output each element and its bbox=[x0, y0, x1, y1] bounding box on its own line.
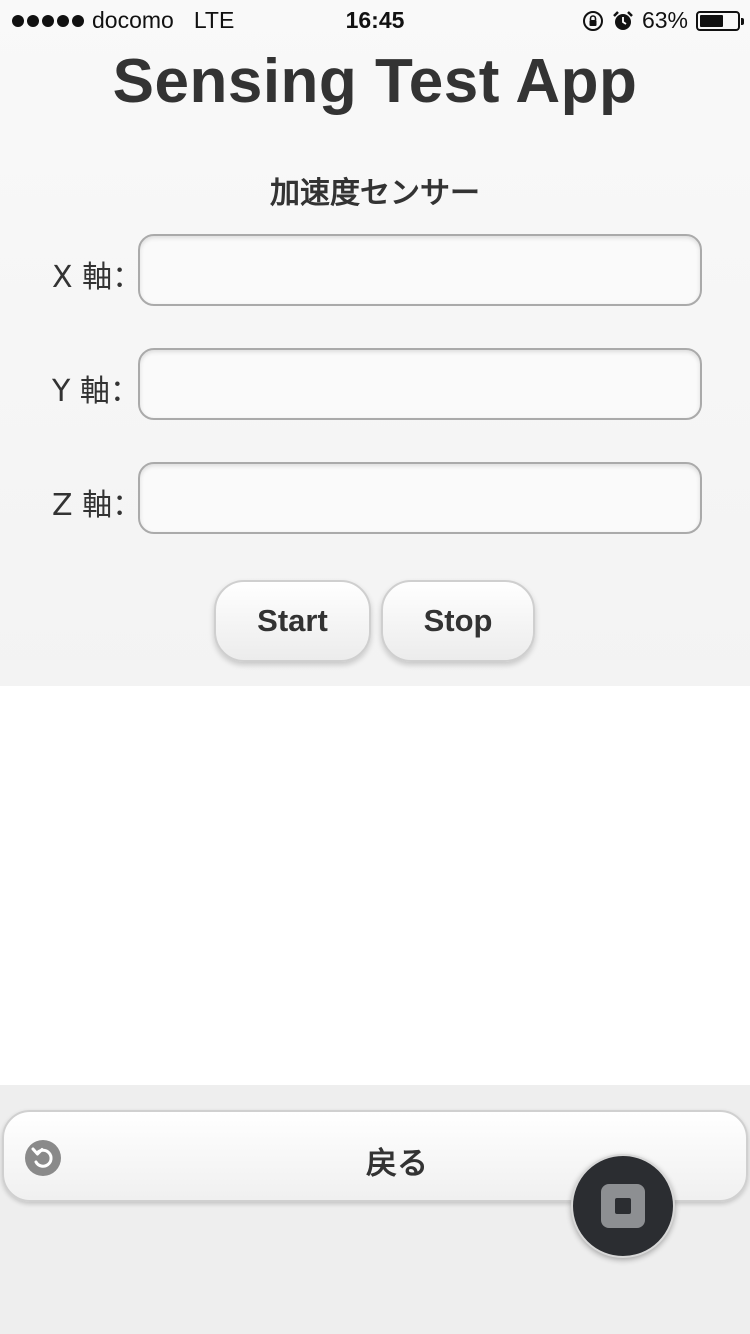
battery-percentage: 63% bbox=[641, 7, 688, 33]
stop-button[interactable]: Stop bbox=[381, 580, 535, 662]
battery-fill bbox=[700, 14, 723, 27]
x-axis-field[interactable] bbox=[138, 234, 702, 306]
rotation-lock-icon bbox=[582, 10, 604, 32]
stop-square-icon bbox=[601, 1184, 645, 1228]
floating-stop-button[interactable] bbox=[571, 1154, 675, 1258]
page-title: Sensing Test App bbox=[112, 47, 638, 116]
z-axis-row: Z 軸： bbox=[0, 462, 750, 534]
y-axis-row: Y 軸： bbox=[0, 348, 750, 420]
battery-icon bbox=[696, 10, 744, 31]
y-axis-label: Y 軸： bbox=[52, 374, 140, 409]
x-axis-label: X 軸： bbox=[52, 260, 143, 295]
z-axis-field[interactable] bbox=[138, 462, 702, 534]
status-bar: docomo LTE 16:45 63% bbox=[0, 0, 750, 40]
y-axis-field[interactable] bbox=[138, 348, 702, 420]
start-button[interactable]: Start bbox=[214, 580, 371, 662]
section-title: 加速度センサー bbox=[270, 176, 480, 211]
x-axis-row: X 軸： bbox=[0, 234, 750, 306]
alarm-icon bbox=[612, 10, 634, 32]
content-panel: docomo LTE 16:45 63% Sensing Test App 加速… bbox=[0, 0, 750, 686]
z-axis-label: Z 軸： bbox=[52, 488, 143, 523]
status-right: 63% bbox=[582, 7, 744, 34]
